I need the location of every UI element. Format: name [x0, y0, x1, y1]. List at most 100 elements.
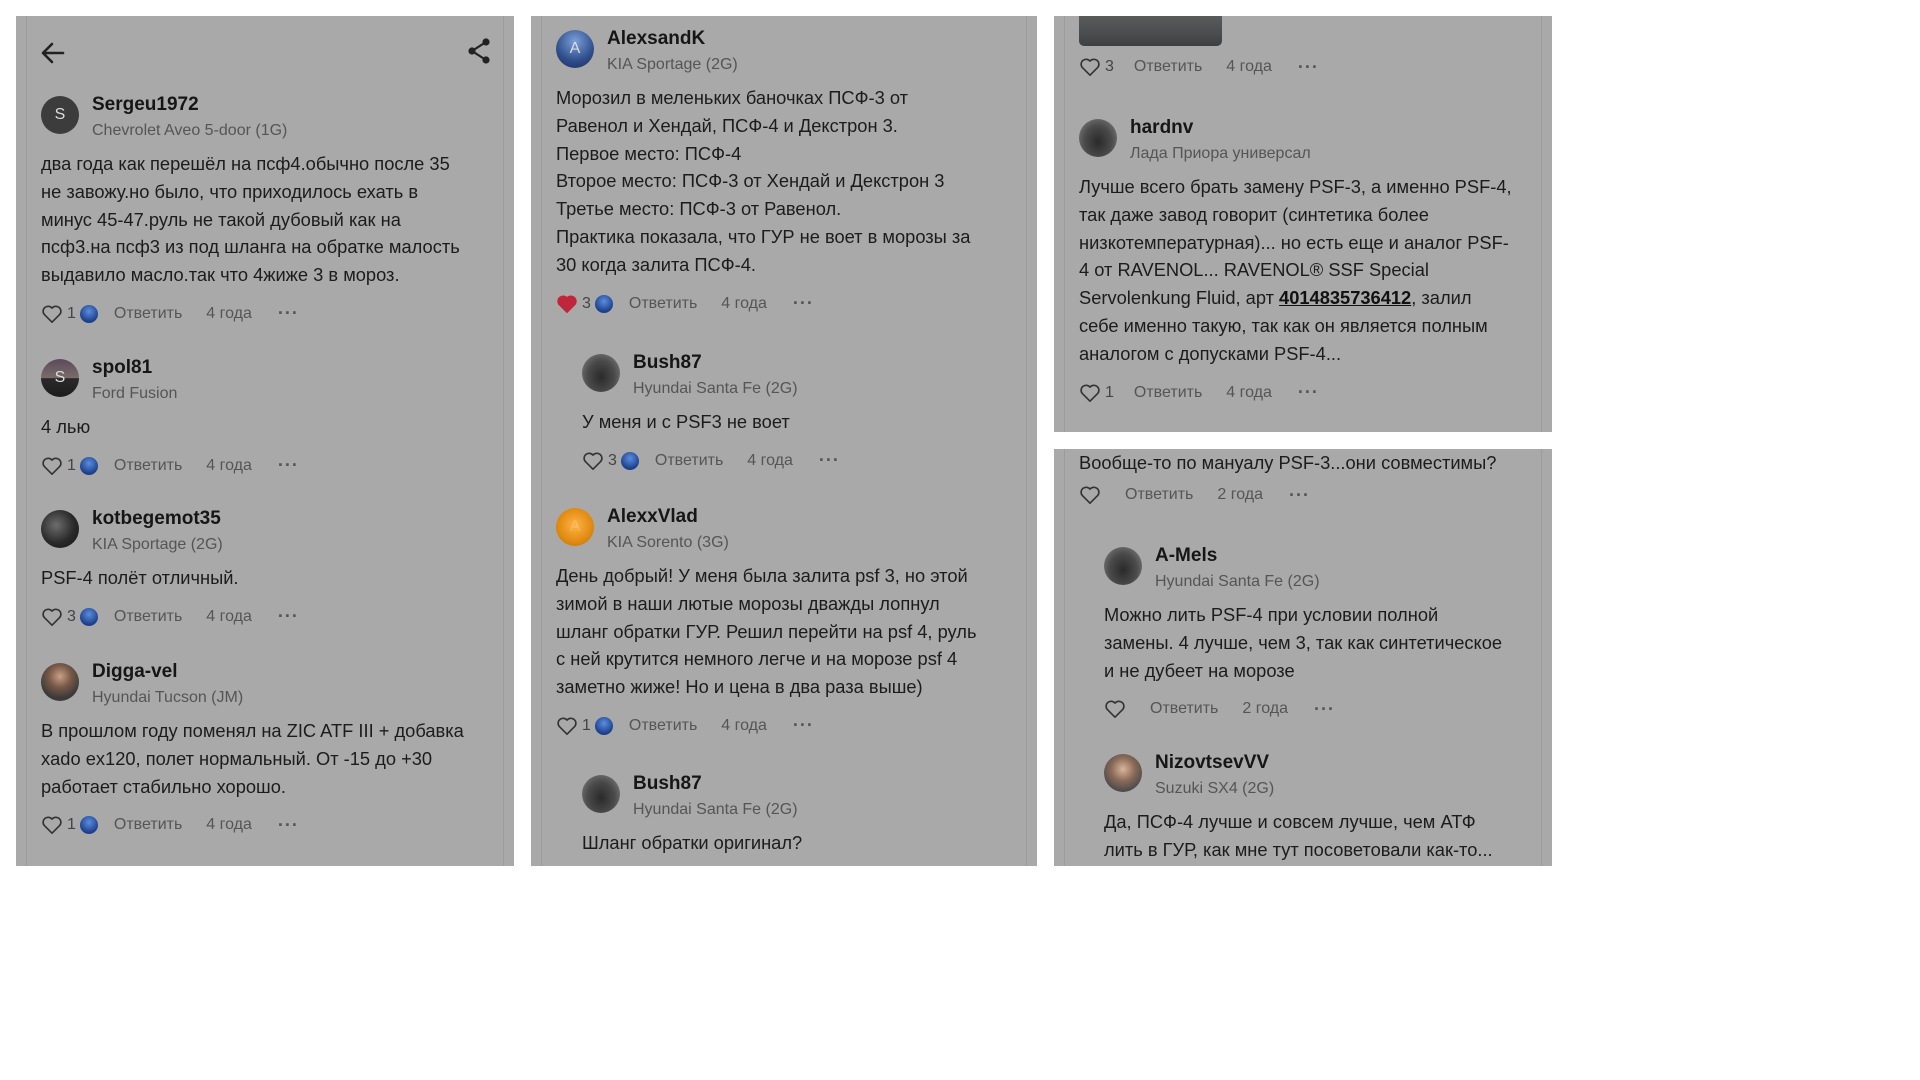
more-button[interactable]: ··· — [1289, 485, 1310, 506]
user-car[interactable]: Hyundai Santa Fe (2G) — [633, 378, 798, 400]
liker-avatar — [594, 294, 613, 313]
heart-icon[interactable] — [41, 456, 63, 476]
attached-image[interactable] — [1079, 16, 1222, 46]
heart-icon[interactable] — [1079, 57, 1101, 77]
username[interactable]: Bush87 — [633, 773, 798, 795]
username[interactable]: NizovtsevVV — [1155, 752, 1274, 774]
more-button[interactable]: ··· — [793, 293, 814, 314]
reply-button[interactable]: Ответить — [114, 305, 182, 323]
comment-actions: 1 Ответить 4 года ··· — [41, 455, 501, 477]
user-car[interactable]: Hyundai Santa Fe (2G) — [633, 799, 798, 821]
avatar[interactable] — [1104, 547, 1142, 585]
more-dots-icon: ··· — [818, 450, 840, 471]
user-car[interactable]: Ford Fusion — [92, 383, 177, 405]
user-car[interactable]: Hyundai Tucson (JM) — [92, 687, 243, 709]
like-count: 3 — [582, 294, 591, 312]
comment-text: Шланг обратки оригинал? — [582, 832, 803, 853]
share-button[interactable] — [464, 36, 494, 66]
username[interactable]: spol81 — [92, 357, 177, 379]
comment: S Sergeu1972 Chevrolet Aveo 5-door (1G) … — [41, 94, 501, 325]
comment-age: 4 года — [721, 716, 767, 734]
reply-comment: Bush87 Hyundai Santa Fe (2G) Шланг обрат… — [582, 773, 1022, 857]
more-button[interactable]: ··· — [1298, 57, 1319, 78]
more-dots-icon: ··· — [277, 606, 299, 627]
username[interactable]: A-Mels — [1155, 545, 1320, 567]
username[interactable]: kotbegemot35 — [92, 508, 223, 530]
reply-button[interactable]: Ответить — [1125, 486, 1193, 504]
heart-icon[interactable] — [41, 815, 63, 835]
more-button[interactable]: ··· — [278, 815, 299, 836]
heart-icon[interactable] — [1079, 383, 1101, 403]
heart-icon[interactable] — [1104, 699, 1126, 719]
avatar[interactable] — [1104, 754, 1142, 792]
user-car[interactable]: Hyundai Santa Fe (2G) — [1155, 571, 1320, 593]
comment-actions: 1 Ответить 4 года ··· — [41, 303, 501, 325]
more-dots-icon: ··· — [277, 455, 299, 476]
comment-text: 4 лью — [41, 416, 91, 437]
heart-icon[interactable] — [582, 451, 604, 471]
liker-avatar — [594, 716, 613, 735]
article-number-link[interactable]: 4014835736412 — [1279, 287, 1411, 308]
comment-age: 2 года — [1217, 486, 1263, 503]
username[interactable]: Sergeu1972 — [92, 94, 287, 116]
panel-column-2: A AlexsandK KIA Sportage (2G) Морозил в … — [531, 16, 1037, 866]
liker-avatar — [79, 816, 98, 835]
more-dots-icon: ··· — [792, 715, 814, 736]
username[interactable]: Bush87 — [633, 352, 798, 374]
panel-column-1: S Sergeu1972 Chevrolet Aveo 5-door (1G) … — [16, 16, 514, 866]
reply-button[interactable]: Ответить — [1150, 700, 1218, 718]
avatar[interactable] — [582, 354, 620, 392]
user-car[interactable]: KIA Sorento (3G) — [607, 532, 729, 554]
avatar[interactable] — [1079, 119, 1117, 157]
avatar[interactable]: A — [556, 508, 594, 546]
more-button[interactable]: ··· — [278, 303, 299, 324]
reply-button[interactable]: Ответить — [629, 295, 697, 313]
liker-avatar — [79, 304, 98, 323]
reply-button[interactable]: Ответить — [114, 816, 182, 834]
heart-icon[interactable] — [1079, 485, 1101, 505]
avatar[interactable]: A — [556, 30, 594, 68]
heart-icon[interactable] — [41, 607, 63, 627]
avatar[interactable] — [41, 510, 79, 548]
reply-button[interactable]: Ответить — [655, 452, 723, 470]
comment-actions: 3 Ответить 4 года ··· — [41, 606, 501, 628]
more-button[interactable]: ··· — [278, 455, 299, 476]
user-car[interactable]: KIA Sportage (2G) — [92, 534, 223, 556]
avatar[interactable]: S — [41, 96, 79, 134]
reply-button[interactable]: Ответить — [114, 457, 182, 475]
like-count: 1 — [67, 816, 76, 834]
heart-icon[interactable] — [556, 716, 578, 736]
like-count: 1 — [582, 716, 591, 734]
username[interactable]: Digga-vel — [92, 661, 243, 683]
like-count: 3 — [608, 451, 617, 469]
username[interactable]: AlexxVlad — [607, 506, 729, 528]
more-button[interactable]: ··· — [278, 606, 299, 627]
reply-button[interactable]: Ответить — [629, 717, 697, 735]
comment-age: 4 года — [206, 816, 252, 834]
user-car[interactable]: KIA Sportage (2G) — [607, 54, 738, 76]
more-button[interactable]: ··· — [1314, 699, 1335, 720]
user-car[interactable]: Suzuki SX4 (2G) — [1155, 778, 1274, 800]
more-button[interactable]: ··· — [1298, 382, 1319, 403]
comment: Digga-vel Hyundai Tucson (JM) В прошлом … — [41, 661, 501, 836]
heart-icon[interactable] — [556, 294, 578, 314]
heart-icon[interactable] — [41, 304, 63, 324]
reply-button[interactable]: Ответить — [1134, 384, 1202, 402]
more-button[interactable]: ··· — [819, 450, 840, 471]
reply-comment: NizovtsevVV Suzuki SX4 (2G) Да, ПСФ-4 лу… — [1104, 752, 1544, 864]
user-car[interactable]: Chevrolet Aveo 5-door (1G) — [92, 120, 287, 142]
comment-actions: 3 Ответить 4 года ··· — [556, 293, 1026, 315]
user-car[interactable]: Лада Приора универсал — [1130, 143, 1311, 165]
username[interactable]: AlexsandK — [607, 28, 738, 50]
username[interactable]: hardnv — [1130, 117, 1311, 139]
avatar[interactable]: S — [41, 359, 79, 397]
avatar[interactable] — [582, 775, 620, 813]
comment-actions: 3 Ответить 4 года ··· — [1079, 56, 1319, 78]
avatar[interactable] — [41, 663, 79, 701]
more-button[interactable]: ··· — [793, 715, 814, 736]
comment-text: Лучше всего брать замену PSF-3, а именно… — [1079, 176, 1512, 364]
more-dots-icon: ··· — [277, 303, 299, 324]
back-button[interactable] — [38, 38, 68, 68]
reply-button[interactable]: Ответить — [1134, 58, 1202, 76]
reply-button[interactable]: Ответить — [114, 608, 182, 626]
